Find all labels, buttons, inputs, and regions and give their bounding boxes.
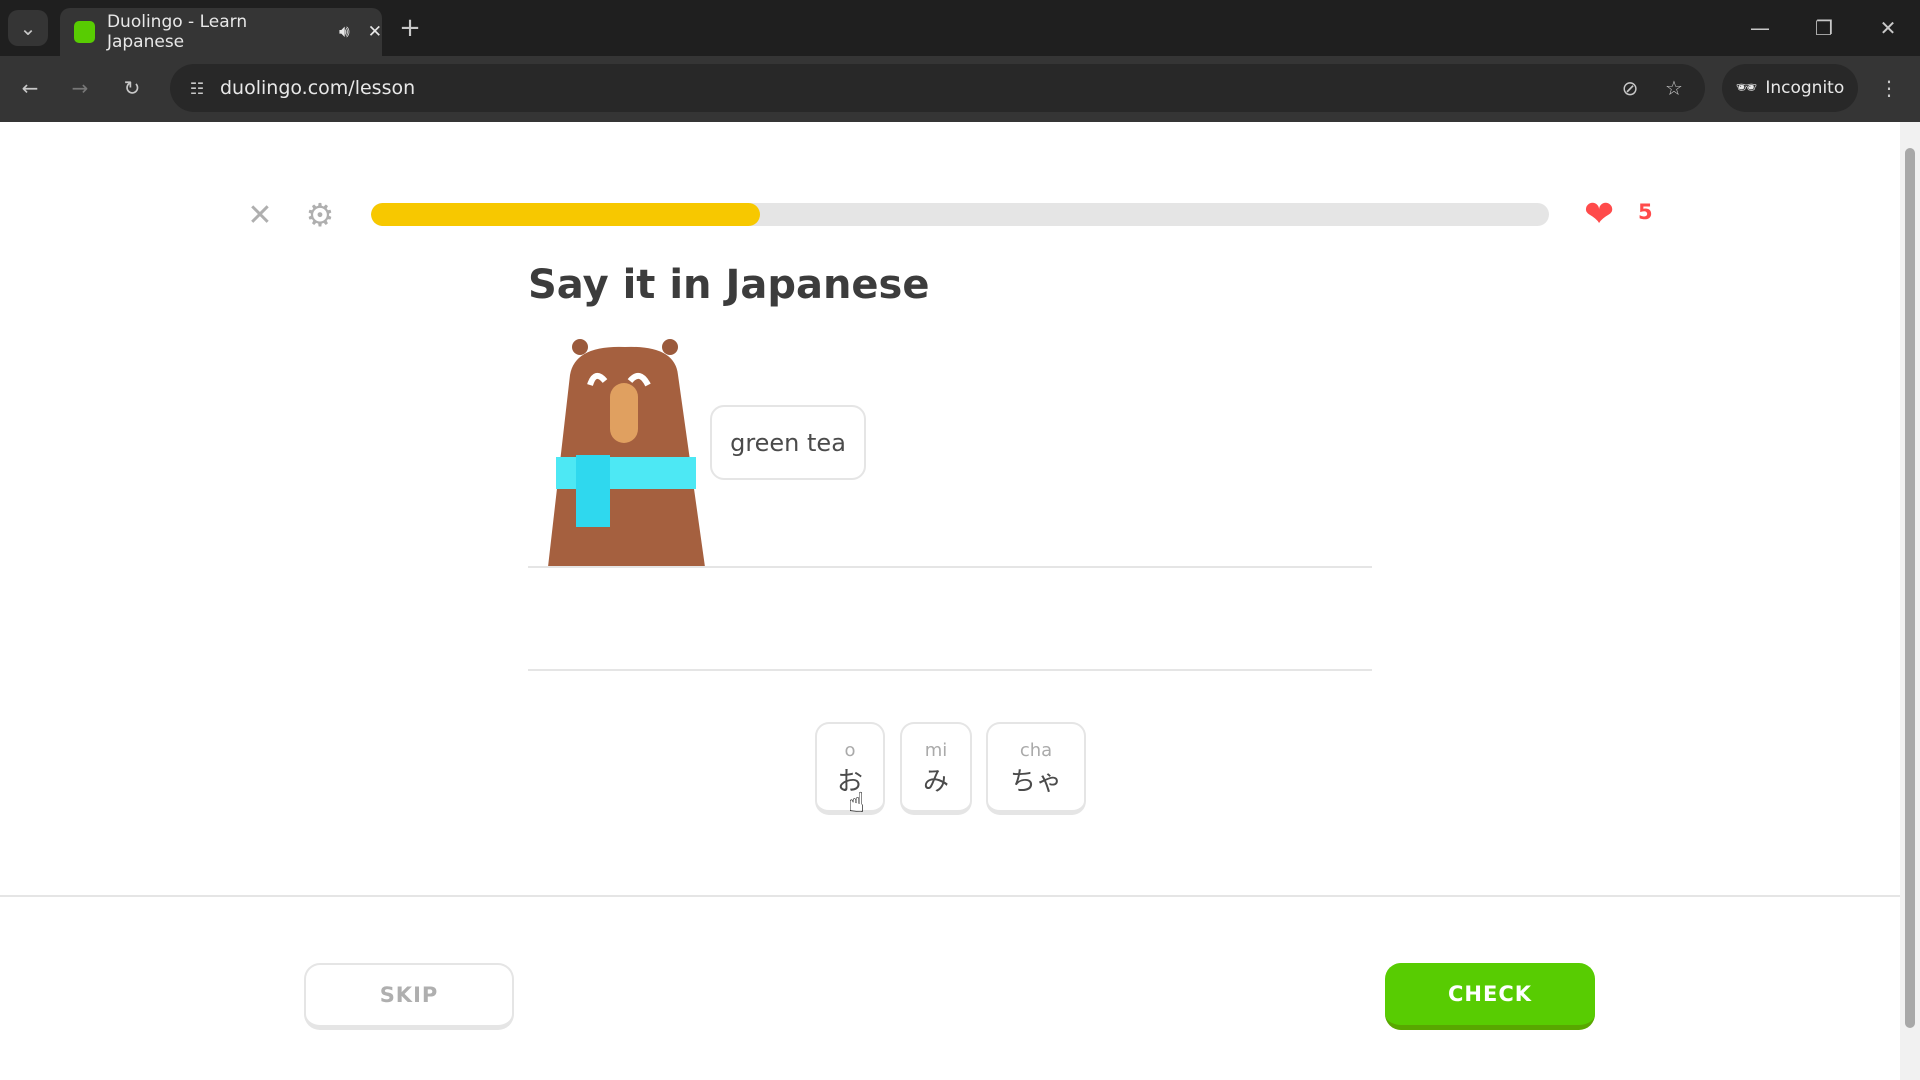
incognito-icon: 🕶︎: [1735, 78, 1758, 98]
bear-character-illustration: [548, 339, 705, 567]
skip-button[interactable]: SKIP: [304, 963, 514, 1030]
browser-tab[interactable]: Duolingo - Learn Japanese 🔊︎ ✕: [60, 8, 382, 56]
settings-gear-icon[interactable]: ⚙: [302, 196, 338, 234]
scrollbar-thumb[interactable]: [1905, 148, 1915, 1028]
tile-romaji: cha: [1019, 740, 1053, 761]
tab-search-button[interactable]: ⌄: [8, 10, 48, 46]
hearts-count: 5: [1638, 200, 1653, 224]
restore-button[interactable]: ❐: [1804, 10, 1844, 46]
duolingo-favicon-icon: [74, 21, 95, 43]
scrollbar[interactable]: [1900, 122, 1920, 1080]
minimize-button[interactable]: —: [1740, 10, 1780, 46]
speech-bubble[interactable]: green tea: [710, 405, 866, 480]
incognito-label: Incognito: [1765, 78, 1845, 98]
word-tile-mi[interactable]: mi み: [900, 722, 972, 815]
tile-kana: み: [922, 767, 949, 797]
site-settings-icon[interactable]: ☷: [182, 72, 212, 104]
back-icon[interactable]: ←: [12, 70, 48, 106]
answer-line-2: [528, 669, 1372, 671]
forward-icon[interactable]: →: [62, 70, 98, 106]
footer-divider: [0, 895, 1900, 897]
url-text: duolingo.com/lesson: [220, 77, 416, 99]
tile-kana: ちゃ: [1009, 767, 1062, 797]
tab-close-icon[interactable]: ✕: [368, 22, 382, 42]
tile-romaji: o: [844, 740, 856, 761]
answer-line-1: [528, 566, 1372, 568]
close-window-button[interactable]: ✕: [1868, 10, 1908, 46]
reload-icon[interactable]: ↻: [114, 70, 150, 106]
menu-icon[interactable]: ⋮: [1874, 70, 1904, 106]
bookmark-star-icon[interactable]: ☆: [1659, 72, 1689, 104]
check-button[interactable]: CHECK: [1385, 963, 1595, 1030]
browser-toolbar: ← → ↻ ☷ duolingo.com/lesson ⊘ ☆ 🕶︎ Incogn…: [0, 56, 1920, 122]
new-tab-button[interactable]: +: [395, 10, 425, 46]
word-tile-cha[interactable]: cha ちゃ: [986, 722, 1086, 815]
lesson-progress-bar: [371, 203, 1549, 226]
browser-tab-bar: ⌄ Duolingo - Learn Japanese 🔊︎ ✕ + — ❐ ✕: [0, 0, 1920, 56]
close-lesson-icon[interactable]: ✕: [242, 197, 278, 233]
incognito-button[interactable]: 🕶︎ Incognito: [1722, 64, 1858, 112]
exercise-title: Say it in Japanese: [528, 262, 930, 308]
progress-fill: [371, 203, 760, 226]
heart-icon: ❤: [1584, 194, 1615, 235]
audio-icon[interactable]: 🔊︎: [339, 22, 350, 42]
tile-romaji: mi: [924, 740, 948, 761]
tab-title: Duolingo - Learn Japanese: [106, 12, 248, 52]
address-bar[interactable]: ☷ duolingo.com/lesson ⊘ ☆: [170, 64, 1705, 112]
eye-off-icon[interactable]: ⊘: [1615, 72, 1645, 104]
prompt-text: green tea: [730, 428, 846, 457]
mouse-cursor-hand-icon: ☝: [848, 786, 866, 819]
